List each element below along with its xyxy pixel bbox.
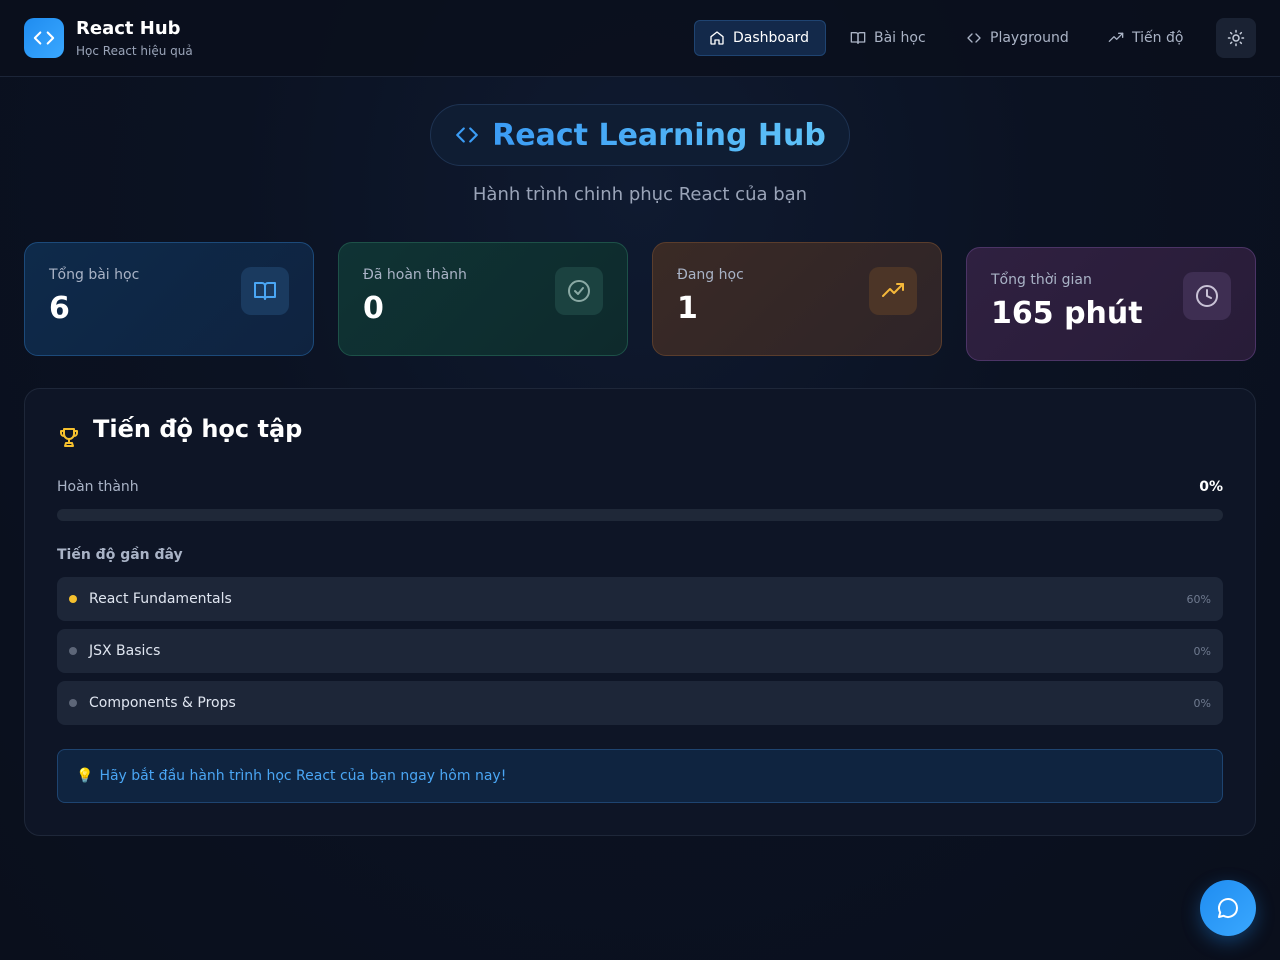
chat-bubble-icon xyxy=(1218,898,1238,918)
lesson-name: Components & Props xyxy=(89,695,236,711)
status-dot xyxy=(69,647,77,655)
nav-playground-label: Playground xyxy=(990,30,1069,46)
lesson-percent: 0% xyxy=(1193,644,1211,658)
brand-title: React Hub xyxy=(76,18,181,39)
progress-title: Tiến độ học tập xyxy=(93,415,303,443)
trophy-icon xyxy=(60,428,78,447)
top-header: React Hub Học React hiệu quả Dashboard B… xyxy=(0,0,1280,77)
home-icon xyxy=(710,31,724,45)
hero-badge: React Learning Hub xyxy=(430,104,850,166)
brand-subtitle: Học React hiệu quả xyxy=(76,44,193,58)
stat-card-total-time: Tổng thời gian 165 phút xyxy=(966,247,1256,361)
encouragement-tip: 💡 Hãy bắt đầu hành trình học React của b… xyxy=(57,749,1223,803)
nav-progress-label: Tiến độ xyxy=(1132,30,1184,46)
tip-text: Hãy bắt đầu hành trình học React của bạn… xyxy=(99,768,507,784)
completion-progress-bar xyxy=(57,509,1223,521)
trending-up-icon xyxy=(1108,32,1124,42)
check-circle-icon xyxy=(568,280,590,302)
status-dot xyxy=(69,699,77,707)
stat-icon-box xyxy=(869,267,917,315)
code-icon xyxy=(33,31,55,45)
chat-button[interactable] xyxy=(1200,880,1256,936)
recent-progress-title: Tiến độ gần đây xyxy=(57,547,183,563)
sun-icon xyxy=(1227,29,1245,47)
learning-progress-panel: Tiến độ học tập Hoàn thành 0% Tiến độ gầ… xyxy=(24,388,1256,836)
code-icon xyxy=(456,127,479,143)
stat-icon-box xyxy=(1183,272,1231,320)
clock-icon xyxy=(1196,285,1218,307)
trending-up-icon xyxy=(882,283,904,297)
stat-icon-box xyxy=(555,267,603,315)
code-icon xyxy=(967,33,981,43)
stat-icon-box xyxy=(241,267,289,315)
lesson-percent: 60% xyxy=(1186,592,1211,606)
nav-playground[interactable]: Playground xyxy=(952,20,1083,56)
recent-lesson-row[interactable]: React Fundamentals 60% xyxy=(57,577,1223,621)
logo[interactable] xyxy=(24,18,64,58)
book-icon xyxy=(254,282,276,300)
status-dot xyxy=(69,595,77,603)
lightbulb-icon: 💡 xyxy=(76,768,94,784)
lesson-percent: 0% xyxy=(1193,696,1211,710)
completion-label: Hoàn thành xyxy=(57,479,139,495)
book-icon xyxy=(850,31,866,44)
nav-progress[interactable]: Tiến độ xyxy=(1094,20,1197,56)
lesson-name: JSX Basics xyxy=(89,643,161,659)
hero-subtitle: Hành trình chinh phục React của bạn xyxy=(472,184,808,205)
stat-card-completed: Đã hoàn thành 0 xyxy=(338,242,628,356)
stat-card-total-lessons: Tổng bài học 6 xyxy=(24,242,314,356)
theme-toggle-button[interactable] xyxy=(1216,18,1256,58)
lesson-name: React Fundamentals xyxy=(89,591,232,607)
nav-lessons-label: Bài học xyxy=(874,30,926,46)
recent-lesson-row[interactable]: JSX Basics 0% xyxy=(57,629,1223,673)
hero-title: React Learning Hub xyxy=(492,117,826,153)
nav-dashboard-label: Dashboard xyxy=(733,30,809,46)
recent-lesson-row[interactable]: Components & Props 0% xyxy=(57,681,1223,725)
nav-lessons[interactable]: Bài học xyxy=(836,20,940,56)
completion-percent: 0% xyxy=(1199,479,1223,495)
stat-card-in-progress: Đang học 1 xyxy=(652,242,942,356)
nav-dashboard[interactable]: Dashboard xyxy=(694,20,826,56)
